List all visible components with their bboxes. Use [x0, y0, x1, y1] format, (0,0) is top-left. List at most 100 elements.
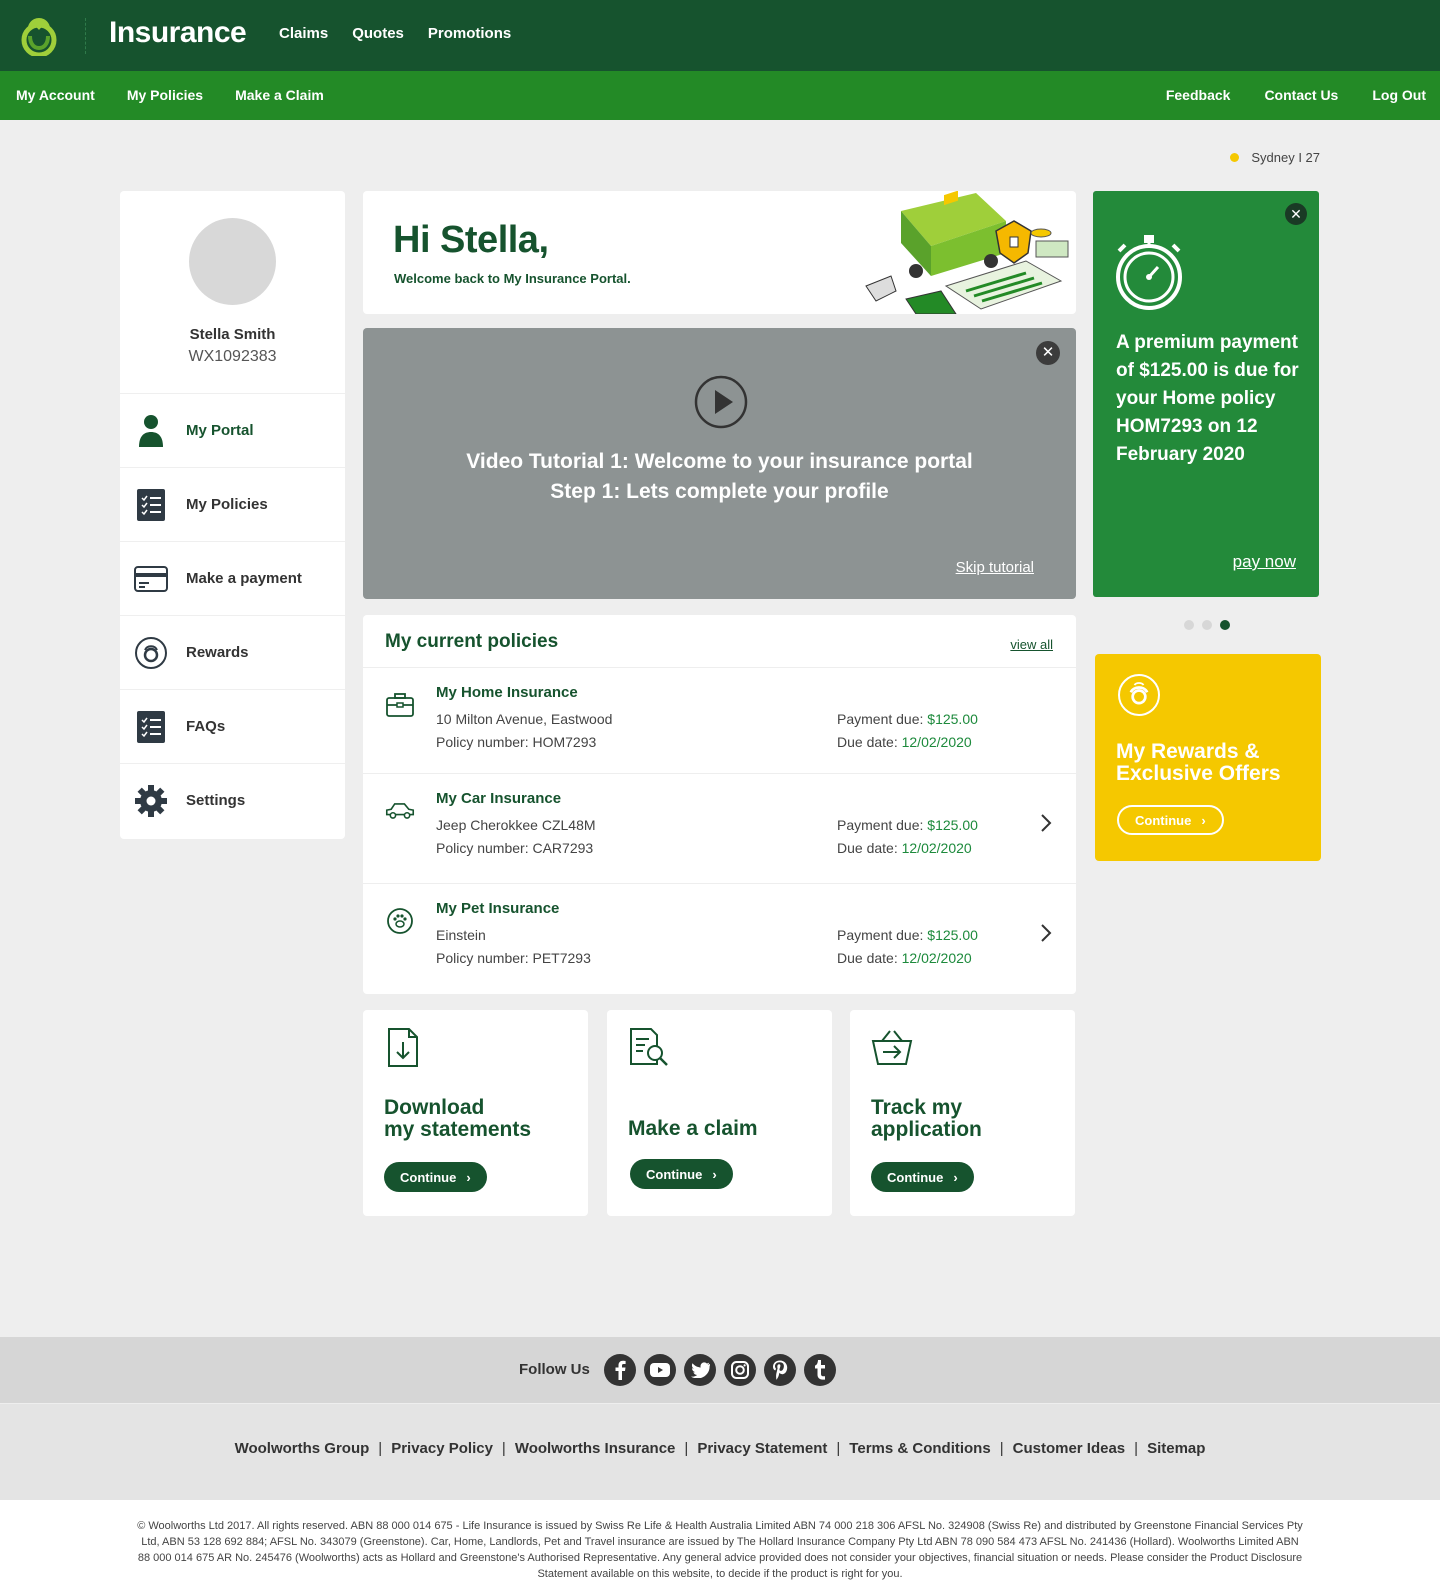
sidebar-item-label: Make a payment [186, 570, 302, 587]
tumblr-icon[interactable] [804, 1354, 836, 1386]
youtube-icon[interactable] [644, 1354, 676, 1386]
due-date-value: 12/02/2020 [901, 734, 972, 750]
nav-claims[interactable]: Claims [279, 25, 328, 42]
woolworths-logo-icon[interactable] [16, 14, 62, 56]
footer-link-privacy-statement[interactable]: Privacy Statement [697, 1440, 827, 1457]
person-icon [134, 414, 168, 448]
twitter-icon[interactable] [684, 1354, 716, 1386]
sidebar-item-rewards[interactable]: Rewards [120, 615, 345, 689]
sidebar-menu: My Portal My Policies Make a payment Rew… [120, 393, 345, 837]
due-date: Due date: 12/02/2020 [837, 950, 972, 966]
policy-row-home[interactable]: My Home Insurance 10 Milton Avenue, East… [363, 667, 1076, 773]
payment-message: A premium payment of $125.00 is due for … [1116, 332, 1299, 465]
sidebar-item-label: My Portal [186, 422, 254, 439]
policy-number: Policy number: PET7293 [436, 950, 591, 966]
policy-row-car[interactable]: My Car Insurance Jeep Cherokkee CZL48M P… [363, 773, 1076, 879]
carousel-dot-active[interactable] [1220, 620, 1230, 630]
subnav-my-policies[interactable]: My Policies [127, 87, 203, 103]
close-icon[interactable]: ✕ [1285, 203, 1307, 225]
nav-promotions[interactable]: Promotions [428, 25, 511, 42]
pay-now-link[interactable]: pay now [1233, 552, 1296, 572]
rewards-logo-icon [1118, 674, 1160, 716]
footer-links: Woolworths Group | Privacy Policy | Wool… [0, 1440, 1440, 1457]
insurance-illustration-icon [865, 191, 1069, 314]
play-icon[interactable] [694, 375, 748, 429]
rewards-card[interactable]: My Rewards & Exclusive Offers Continue › [1095, 654, 1321, 861]
pinterest-icon[interactable] [764, 1354, 796, 1386]
close-icon[interactable]: ✕ [1036, 341, 1060, 365]
due-date: Due date: 12/02/2020 [837, 734, 972, 750]
subnav-my-account[interactable]: My Account [16, 87, 95, 103]
video-tutorial-panel[interactable]: ✕ Video Tutorial 1: Welcome to your insu… [363, 328, 1076, 599]
payment-due: Payment due: $125.00 [837, 711, 978, 727]
chevron-right-icon[interactable] [1038, 922, 1054, 944]
sidebar-item-faqs[interactable]: FAQs [120, 689, 345, 763]
header-divider [85, 18, 86, 54]
view-all-link[interactable]: view all [1010, 637, 1053, 652]
continue-button[interactable]: Continue › [384, 1162, 487, 1192]
paw-icon [387, 908, 413, 934]
sun-icon [1230, 153, 1240, 162]
policy-row-pet[interactable]: My Pet Insurance Einstein Policy number:… [363, 883, 1076, 989]
carousel-dot[interactable] [1184, 620, 1194, 630]
sidebar-item-my-policies[interactable]: My Policies [120, 467, 345, 541]
footer-link-woolworths-insurance[interactable]: Woolworths Insurance [515, 1440, 676, 1457]
legal-text: © Woolworths Ltd 2017. All rights reserv… [137, 1520, 1303, 1580]
car-icon [385, 803, 415, 819]
download-statements-card[interactable]: Download my statements Continue › [363, 1010, 588, 1216]
continue-button[interactable]: Continue › [871, 1162, 974, 1192]
footer-link-separator: | [836, 1440, 841, 1457]
action-title: Make a claim [628, 1117, 758, 1140]
footer-link-woolworths-group[interactable]: Woolworths Group [235, 1440, 370, 1457]
nav-quotes[interactable]: Quotes [352, 25, 404, 42]
carousel-indicator [1184, 620, 1230, 630]
greeting-card: Hi Stella, Welcome back to My Insurance … [363, 191, 1076, 314]
policy-number: Policy number: CAR7293 [436, 840, 594, 856]
footer-link-privacy-policy[interactable]: Privacy Policy [391, 1440, 493, 1457]
stopwatch-icon [1116, 235, 1182, 310]
make-a-claim-card[interactable]: Make a claim Continue › [607, 1010, 832, 1216]
footer-link-sitemap[interactable]: Sitemap [1147, 1440, 1205, 1457]
gear-icon [134, 784, 168, 818]
subnav-make-a-claim[interactable]: Make a Claim [235, 87, 324, 103]
policy-title: My Home Insurance [436, 684, 578, 701]
follow-us-label: Follow Us [519, 1361, 590, 1378]
follow-us-bar: Follow Us [0, 1337, 1440, 1403]
chevron-right-icon[interactable] [1038, 812, 1054, 834]
sidebar-item-make-a-payment[interactable]: Make a payment [120, 541, 345, 615]
checklist-icon [134, 710, 168, 744]
basket-arrow-icon [871, 1030, 913, 1065]
policies-title: My current policies [385, 631, 559, 652]
sidebar-item-label: Rewards [186, 644, 249, 661]
sidebar-item-settings[interactable]: Settings [120, 763, 345, 837]
subnav-feedback[interactable]: Feedback [1166, 87, 1231, 103]
avatar[interactable] [189, 218, 276, 305]
policy-detail: Jeep Cherokkee CZL48M [436, 817, 596, 833]
instagram-icon[interactable] [724, 1354, 756, 1386]
carousel-dot[interactable] [1202, 620, 1212, 630]
sidebar-item-label: Settings [186, 792, 246, 809]
search-document-icon [630, 1028, 668, 1066]
profile-name: Stella Smith [189, 326, 276, 343]
action-title: Track my application [871, 1096, 982, 1141]
footer-links-bar: Woolworths Group | Privacy Policy | Wool… [0, 1404, 1440, 1500]
profile-sidebar: Stella Smith WX1092383 My Portal My Poli… [120, 191, 345, 839]
footer-link-terms-conditions[interactable]: Terms & Conditions [849, 1440, 990, 1457]
sidebar-item-my-portal[interactable]: My Portal [120, 393, 345, 467]
briefcase-icon [386, 693, 414, 717]
subnav-log-out[interactable]: Log Out [1372, 87, 1426, 103]
continue-button[interactable]: Continue › [630, 1159, 733, 1189]
track-application-card[interactable]: Track my application Continue › [850, 1010, 1075, 1216]
facebook-icon[interactable] [604, 1354, 636, 1386]
brand-title[interactable]: Insurance [109, 16, 247, 50]
skip-tutorial-link[interactable]: Skip tutorial [956, 559, 1034, 576]
subnav-contact-us[interactable]: Contact Us [1264, 87, 1338, 103]
footer-link-separator: | [684, 1440, 689, 1457]
policy-detail: 10 Milton Avenue, Eastwood [436, 711, 613, 727]
rewards-continue-button[interactable]: Continue › [1117, 805, 1224, 835]
chevron-right-icon: › [466, 1169, 471, 1185]
sidebar-item-label: My Policies [186, 496, 268, 513]
download-document-icon [388, 1028, 418, 1067]
footer-link-customer-ideas[interactable]: Customer Ideas [1013, 1440, 1126, 1457]
policy-detail: Einstein [436, 927, 486, 943]
